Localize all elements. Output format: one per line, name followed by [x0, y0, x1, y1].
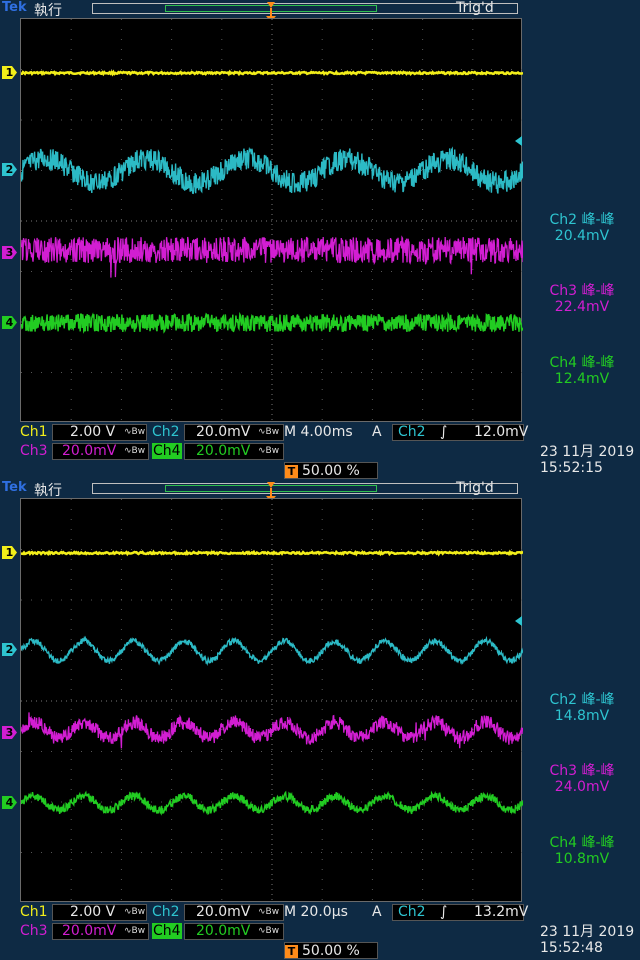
ch4-label: Ch4 — [152, 443, 182, 459]
measurement-value: 24.0mV — [554, 779, 610, 795]
run-status: 執行 — [34, 3, 62, 19]
waveform-graticule[interactable] — [20, 498, 523, 903]
ch4-trace — [21, 790, 523, 816]
trigger-t-icon: T — [285, 465, 298, 478]
record-length-bar — [92, 3, 518, 14]
date-text: 23 11月 2019 — [540, 444, 635, 460]
ch4-scale: 20.0mV — [196, 443, 251, 459]
ch3-trace — [21, 712, 523, 749]
timebase[interactable]: M 20.0µs — [284, 904, 348, 920]
trigger-position-readout[interactable]: T 50.00 % — [284, 462, 378, 479]
trigger-level: 13.2mV — [474, 904, 529, 920]
waveform-graticule[interactable] — [20, 18, 523, 423]
trigger-slope-icon: ∫ — [440, 904, 448, 920]
trigger-source: Ch2 — [398, 424, 426, 440]
ch4-ground-marker[interactable]: 4 — [2, 316, 17, 329]
ch2-scale: 20.0mV — [196, 424, 251, 440]
ch3-scale: 20.0mV — [62, 923, 117, 939]
bw-limit-icon: ∿Bw — [258, 907, 280, 917]
status-bar: Tek 執行 Trig'd — [0, 0, 640, 19]
trigger-state: Trig'd — [456, 0, 494, 16]
measurement-value: 10.8mV — [554, 851, 610, 867]
ch3-label: Ch3 — [20, 923, 48, 939]
measurement-ch3-pk2pk: Ch3 峰-峰 22.4mV — [524, 283, 640, 315]
bw-limit-icon: ∿Bw — [258, 427, 280, 437]
trigger-state: Trig'd — [456, 480, 494, 496]
time-text: 15:52:15 — [540, 460, 603, 476]
trigger-position-value: 50.00 % — [302, 943, 360, 959]
measurement-label: Ch3 峰-峰 — [549, 283, 615, 299]
measurement-value: 12.4mV — [554, 371, 610, 387]
settings-readout: Ch1 2.00 V ∿Bw Ch2 20.0mV ∿Bw M 4.00ms A… — [0, 424, 640, 480]
measurement-label: Ch4 峰-峰 — [549, 355, 615, 371]
ch1-label: Ch1 — [20, 424, 48, 440]
ch2-trace — [21, 146, 523, 195]
ch2-trace — [21, 635, 523, 666]
date-text: 23 11月 2019 — [540, 924, 635, 940]
timestamp: 23 11月 2019 15:52:48 — [540, 924, 634, 956]
ch3-label: Ch3 — [20, 443, 48, 459]
trigger-position-value: 50.00 % — [302, 463, 360, 479]
trigger-level-icon — [515, 616, 522, 626]
ch2-label: Ch2 — [152, 424, 180, 440]
trigger-level: 12.0mV — [474, 424, 529, 440]
trigger-level-icon — [515, 136, 522, 146]
scope-screen-2: Tek 執行 Trig'd T 1 2 3 4 Ch2 峰-峰 14.8mV C… — [0, 480, 640, 960]
brand-logo: Tek — [2, 480, 27, 495]
time-text: 15:52:48 — [540, 940, 603, 956]
ch1-scale: 2.00 V — [70, 904, 116, 920]
timebase[interactable]: M 4.00ms — [284, 424, 353, 440]
measurement-ch2-pk2pk: Ch2 峰-峰 14.8mV — [524, 692, 640, 724]
measurement-label: Ch2 峰-峰 — [549, 692, 615, 708]
ch3-scale: 20.0mV — [62, 443, 117, 459]
ch1-ground-marker[interactable]: 1 — [2, 66, 17, 79]
ch1-scale: 2.00 V — [70, 424, 116, 440]
bw-limit-icon: ∿Bw — [124, 907, 146, 917]
measurement-label: Ch2 峰-峰 — [549, 212, 615, 228]
measurement-ch2-pk2pk: Ch2 峰-峰 20.4mV — [524, 212, 640, 244]
ch2-label: Ch2 — [152, 904, 180, 920]
bw-limit-icon: ∿Bw — [258, 446, 280, 456]
settings-readout: Ch1 2.00 V ∿Bw Ch2 20.0mV ∿Bw M 20.0µs A… — [0, 904, 640, 960]
bw-limit-icon: ∿Bw — [258, 926, 280, 936]
measurement-ch3-pk2pk: Ch3 峰-峰 24.0mV — [524, 763, 640, 795]
ch4-label: Ch4 — [152, 923, 182, 939]
ch2-ground-marker[interactable]: 2 — [2, 643, 17, 656]
measurement-value: 20.4mV — [554, 228, 610, 244]
ch4-scale: 20.0mV — [196, 923, 251, 939]
measurement-ch4-pk2pk: Ch4 峰-峰 10.8mV — [524, 835, 640, 867]
run-status: 執行 — [34, 483, 62, 499]
acquisition-mode: A — [372, 424, 382, 440]
trigger-source: Ch2 — [398, 904, 426, 920]
trigger-position-readout[interactable]: T 50.00 % — [284, 942, 378, 959]
bw-limit-icon: ∿Bw — [124, 427, 146, 437]
measurement-ch4-pk2pk: Ch4 峰-峰 12.4mV — [524, 355, 640, 387]
brand-logo: Tek — [2, 0, 27, 15]
ch1-trace — [21, 549, 523, 557]
graticule-svg — [21, 19, 523, 423]
trigger-slope-icon: ∫ — [440, 424, 448, 440]
scope-screen-1: Tek 執行 Trig'd T 1 2 3 4 Ch2 峰-峰 20.4mV C… — [0, 0, 640, 480]
measurement-value: 14.8mV — [554, 708, 610, 724]
record-length-bar — [92, 483, 518, 494]
measurement-value: 22.4mV — [554, 299, 610, 315]
ch4-ground-marker[interactable]: 4 — [2, 796, 17, 809]
ch1-ground-marker[interactable]: 1 — [2, 546, 17, 559]
timestamp: 23 11月 2019 15:52:15 — [540, 444, 634, 476]
ch1-label: Ch1 — [20, 904, 48, 920]
measurement-label: Ch3 峰-峰 — [549, 763, 615, 779]
graticule-svg — [21, 499, 523, 903]
status-bar: Tek 執行 Trig'd — [0, 480, 640, 499]
bw-limit-icon: ∿Bw — [124, 446, 146, 456]
ch2-scale: 20.0mV — [196, 904, 251, 920]
acquisition-mode: A — [372, 904, 382, 920]
trigger-t-icon: T — [285, 945, 298, 958]
ch3-ground-marker[interactable]: 3 — [2, 726, 17, 739]
ch2-ground-marker[interactable]: 2 — [2, 163, 17, 176]
measurement-label: Ch4 峰-峰 — [549, 835, 615, 851]
ch1-trace — [21, 69, 523, 77]
bw-limit-icon: ∿Bw — [124, 926, 146, 936]
ch3-ground-marker[interactable]: 3 — [2, 246, 17, 259]
